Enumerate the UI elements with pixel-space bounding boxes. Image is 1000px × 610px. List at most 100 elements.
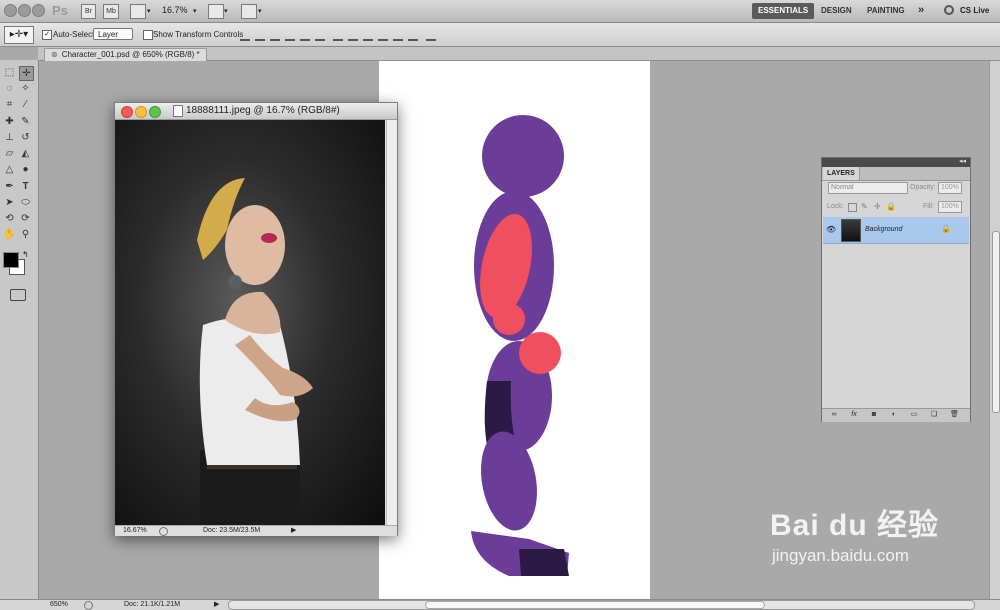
document-tab[interactable]: ⊗ Character_001.psd @ 650% (RGB/8) * xyxy=(44,48,207,61)
align-left-edges-icon[interactable] xyxy=(285,29,295,41)
minimize-window-button[interactable] xyxy=(18,4,31,17)
new-group-icon[interactable]: ▭ xyxy=(910,411,918,419)
bridge-button[interactable]: Br xyxy=(81,4,96,19)
layer-row-background[interactable]: 👁 Background 🔒 xyxy=(823,217,969,244)
photo-window-title: 18888111.jpeg @ 16.7% (RGB/8#) xyxy=(186,105,340,116)
distribute-vertical-centers-icon[interactable] xyxy=(348,29,358,41)
screen-mode-button[interactable] xyxy=(241,4,257,19)
type-tool-icon[interactable]: T xyxy=(19,180,32,193)
distribute-left-edges-icon[interactable] xyxy=(378,29,388,41)
distribute-top-edges-icon[interactable] xyxy=(333,29,343,41)
lock-position-icon[interactable]: ✛ xyxy=(874,202,881,211)
foreground-color-swatch[interactable] xyxy=(3,252,19,268)
auto-select-target-select[interactable]: Layer xyxy=(93,28,133,40)
healing-brush-tool-icon[interactable]: ✚ xyxy=(3,115,16,128)
photo-window-titlebar[interactable]: 18888111.jpeg @ 16.7% (RGB/8#) xyxy=(115,103,397,120)
layers-panel-footer: ∞ fx ◙ ◐ ▭ ❏ 🗑 xyxy=(822,408,970,422)
view-extras-button[interactable] xyxy=(130,4,146,19)
crop-tool-icon[interactable]: ⌗ xyxy=(3,98,16,111)
add-mask-icon[interactable]: ◙ xyxy=(870,411,878,419)
auto-select-label: Auto-Select: xyxy=(53,30,97,39)
blend-mode-select[interactable]: Normal xyxy=(828,182,908,194)
photo-zoom-field[interactable]: 16.67% xyxy=(123,526,147,536)
new-layer-icon[interactable]: ❏ xyxy=(930,411,938,419)
adjustment-layer-icon[interactable]: ◐ xyxy=(890,411,898,419)
blur-tool-icon[interactable]: △ xyxy=(3,163,16,176)
lock-all-icon[interactable]: 🔒 xyxy=(886,202,896,211)
lock-transparent-icon[interactable] xyxy=(848,203,857,212)
zoom-level-menu[interactable]: 16.7% xyxy=(162,5,188,15)
quick-mask-icon[interactable] xyxy=(10,289,26,301)
cs-live-icon[interactable] xyxy=(944,5,954,15)
align-vertical-centers-icon[interactable] xyxy=(255,29,265,41)
workspace-design-button[interactable]: DESIGN xyxy=(815,3,858,19)
photo-vertical-scrollbar[interactable] xyxy=(386,120,397,525)
horizontal-scrollbar-thumb[interactable] xyxy=(425,601,765,609)
chevron-down-icon[interactable]: ▾ xyxy=(193,7,197,15)
canvas-vertical-scrollbar[interactable] xyxy=(989,61,1000,599)
pen-tool-icon[interactable]: ✒ xyxy=(3,180,16,193)
mini-bridge-button[interactable]: Mb xyxy=(103,4,119,19)
auto-select-checkbox[interactable]: ✓ xyxy=(42,30,52,40)
zoom-tool-icon[interactable]: ⚲ xyxy=(19,228,32,241)
zoom-window-button[interactable] xyxy=(149,106,161,118)
clone-stamp-tool-icon[interactable]: ⊥ xyxy=(3,131,16,144)
status-info-icon[interactable] xyxy=(159,527,168,536)
workspace-painting-button[interactable]: PAINTING xyxy=(861,3,911,19)
3d-orbit-tool-icon[interactable]: ⟳ xyxy=(19,212,32,225)
minimize-window-button[interactable] xyxy=(135,106,147,118)
layers-panel-header[interactable]: ◂◂ xyxy=(822,158,970,167)
panel-menu-icon[interactable]: ◂◂ xyxy=(959,157,966,165)
document-icon xyxy=(173,105,183,117)
marquee-tool-icon[interactable]: ⬚ xyxy=(3,66,16,79)
trash-icon[interactable]: 🗑 xyxy=(950,411,959,419)
eraser-tool-icon[interactable]: ▱ xyxy=(3,147,16,160)
chevron-down-icon[interactable]: ▾ xyxy=(224,7,228,15)
history-brush-tool-icon[interactable]: ↺ xyxy=(19,131,32,144)
distribute-right-edges-icon[interactable] xyxy=(408,29,418,41)
link-layers-icon[interactable]: ∞ xyxy=(830,411,838,419)
photo-document-window[interactable]: 18888111.jpeg @ 16.7% (RGB/8#) 16.67% Do… xyxy=(114,102,398,536)
auto-align-layers-icon[interactable] xyxy=(426,29,436,41)
align-horizontal-centers-icon[interactable] xyxy=(300,29,310,41)
path-selection-tool-icon[interactable]: ➤ xyxy=(3,196,16,209)
ellipse-tool-icon[interactable]: ⬭ xyxy=(19,196,32,209)
paint-bucket-tool-icon[interactable]: ◭ xyxy=(19,147,32,160)
hand-tool-icon[interactable]: ✋ xyxy=(3,228,16,241)
document-canvas[interactable] xyxy=(379,61,650,599)
layer-visibility-eye-icon[interactable]: 👁 xyxy=(826,225,836,234)
close-window-button[interactable] xyxy=(121,106,133,118)
chevron-down-icon[interactable]: ▾ xyxy=(147,7,151,15)
fill-field[interactable]: 100% xyxy=(938,201,962,213)
cs-live-menu[interactable]: CS Live xyxy=(960,6,989,15)
brush-tool-icon[interactable]: ✎ xyxy=(19,115,32,128)
tool-preset-picker[interactable]: ▸✛▾ xyxy=(4,26,34,44)
layer-style-fx-icon[interactable]: fx xyxy=(850,411,858,419)
distribute-bottom-edges-icon[interactable] xyxy=(363,29,373,41)
zoom-window-button[interactable] xyxy=(32,4,45,17)
distribute-horizontal-centers-icon[interactable] xyxy=(393,29,403,41)
more-workspaces-chevron-icon[interactable]: » xyxy=(912,3,930,19)
lock-image-icon[interactable]: ✎ xyxy=(861,202,868,211)
align-top-edges-icon[interactable] xyxy=(240,29,250,41)
chevron-down-icon[interactable]: ▾ xyxy=(258,7,262,15)
opacity-field[interactable]: 100% xyxy=(938,182,962,194)
eyedropper-tool-icon[interactable]: ⁄ xyxy=(19,98,32,111)
workspace-essentials-button[interactable]: ESSENTIALS xyxy=(752,3,815,19)
status-menu-arrow-icon[interactable]: ▶ xyxy=(291,526,296,536)
close-window-button[interactable] xyxy=(4,4,17,17)
scrollbar-thumb[interactable] xyxy=(992,231,1000,413)
arrange-documents-button[interactable] xyxy=(208,4,224,19)
layer-name[interactable]: Background xyxy=(865,226,902,233)
align-right-edges-icon[interactable] xyxy=(315,29,325,41)
align-bottom-edges-icon[interactable] xyxy=(270,29,280,41)
quick-selection-tool-icon[interactable]: ✧ xyxy=(19,82,32,95)
dodge-tool-icon[interactable]: ● xyxy=(19,163,32,176)
swap-colors-icon[interactable]: ↰ xyxy=(22,250,29,259)
show-transform-controls-checkbox[interactable] xyxy=(143,30,153,40)
3d-rotate-tool-icon[interactable]: ⟲ xyxy=(3,212,16,225)
layers-tab[interactable]: LAYERS xyxy=(823,167,860,180)
lasso-tool-icon[interactable]: ◌ xyxy=(3,82,16,95)
move-tool-icon[interactable]: ✛ xyxy=(19,66,34,81)
close-icon[interactable]: ⊗ xyxy=(51,50,58,59)
